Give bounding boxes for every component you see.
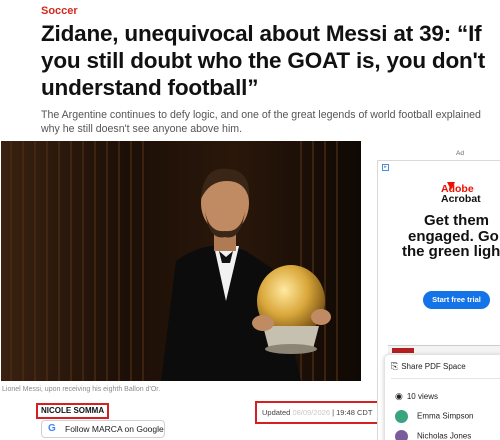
adchoices-icon[interactable]: ▸	[382, 164, 389, 171]
eye-icon: ◉	[395, 391, 403, 401]
google-icon: G	[48, 423, 56, 434]
article-headline: Zidane, unequivocal about Messi at 39: “…	[41, 21, 485, 100]
ad-banner[interactable]: ▸ Adobe Acrobat Get them engaged. Go the…	[377, 160, 500, 440]
article-subheadline: The Argentine continues to defy logic, a…	[41, 109, 481, 135]
avatar	[395, 410, 408, 423]
ad-label: Ad	[456, 150, 464, 157]
updated-label: Updated	[262, 408, 291, 417]
updated-date: 08/09/2026	[292, 408, 330, 417]
section-label[interactable]: Soccer	[41, 5, 78, 17]
ad-brand: Adobe Acrobat	[422, 184, 481, 205]
ad-headline-line1: Get them	[424, 212, 490, 229]
ad-headline: Get them engaged. Go the green light	[402, 213, 500, 260]
card-divider	[391, 378, 500, 379]
updated-separator: |	[332, 408, 335, 417]
ad-brand-line2: Acrobat	[441, 193, 481, 205]
views-count: 10 views	[406, 392, 438, 401]
person-row: Nicholas Jones	[395, 430, 471, 440]
author-name[interactable]: NICOLE SOMMA	[36, 403, 110, 419]
share-icon: ⎘	[391, 361, 399, 371]
updated-time: 19:48 CDT	[336, 408, 373, 417]
photo-caption: Lionel Messi, upon receiving his eighth …	[2, 386, 161, 393]
views-row: ◉ 10 views	[395, 391, 438, 402]
start-free-trial-button[interactable]: Start free trial	[423, 291, 490, 309]
share-pdf-row[interactable]: ⎘ Share PDF Space	[391, 361, 466, 372]
ad-headline-line2: engaged. Go	[408, 227, 499, 245]
share-card: ⎘ Share PDF Space ◉ 10 views Emma Simpson …	[384, 354, 500, 440]
person-name: Emma Simpson	[417, 411, 474, 421]
share-label: Share PDF Space	[401, 362, 466, 371]
person-row: Emma Simpson	[395, 410, 473, 423]
follow-google-button[interactable]: G Follow MARCA on Google	[41, 420, 165, 438]
follow-google-label: Follow MARCA on Google	[65, 424, 164, 434]
ad-headline-line3: the green light	[402, 243, 500, 260]
avatar	[395, 430, 408, 440]
article-photo	[1, 141, 361, 381]
updated-timestamp: Updated 08/09/2026 | 19:48 CDT	[255, 401, 380, 424]
person-name: Nicholas Jones	[417, 431, 472, 440]
ad-preview-tag	[392, 348, 414, 353]
